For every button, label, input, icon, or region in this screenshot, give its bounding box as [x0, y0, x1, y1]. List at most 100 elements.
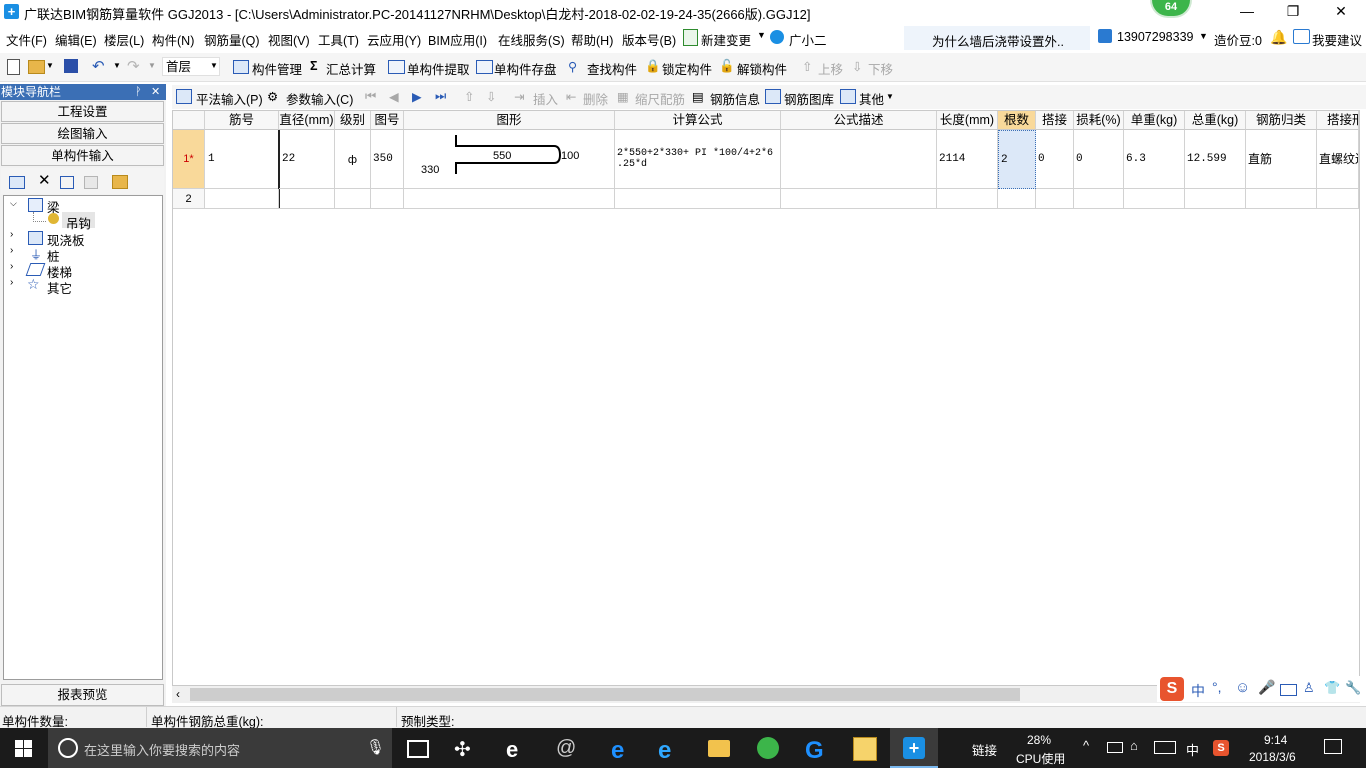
keyboard-icon[interactable] [1280, 684, 1297, 696]
flat-input-button[interactable]: 平法输入(P) [196, 89, 263, 108]
spiral-app-icon[interactable]: @ [556, 737, 580, 759]
ime-punct[interactable]: °, [1212, 679, 1222, 695]
sogou-logo-icon[interactable]: S [1160, 677, 1184, 701]
move-down-button[interactable]: 下移 [868, 59, 893, 78]
expand-icon[interactable]: ⌵ [10, 198, 17, 209]
menu-bim[interactable]: BIM应用(I) [428, 30, 487, 49]
ime-indicator[interactable]: 中 [1186, 740, 1199, 759]
insert-button[interactable]: 插入 [533, 89, 558, 108]
scale-rebar-button[interactable]: 缩尺配筋 [635, 89, 685, 108]
chevron-down-icon[interactable]: ▼ [886, 92, 894, 101]
cell-lap[interactable]: 0 [1036, 130, 1074, 189]
col-header-formula-desc[interactable]: 公式描述 [781, 111, 937, 130]
tree-item-other[interactable]: 其它 [47, 278, 72, 297]
cell-shape-no[interactable]: 350 [371, 130, 404, 189]
delete-icon[interactable]: ✕ [38, 171, 51, 189]
param-input-button[interactable]: 参数输入(C) [286, 89, 353, 108]
prev-record-icon[interactable]: ◀ [389, 89, 399, 104]
menu-help[interactable]: 帮助(H) [571, 30, 613, 49]
green-app-icon[interactable] [757, 737, 779, 759]
menu-tools[interactable]: 工具(T) [318, 30, 359, 49]
chevron-down-icon[interactable]: ▼ [1199, 31, 1208, 41]
collapse-icon[interactable]: › [10, 229, 13, 240]
cell-diameter[interactable]: 22 [279, 130, 335, 189]
col-header-shape[interactable]: 图形 [404, 111, 615, 130]
menu-view[interactable]: 视图(V) [268, 30, 310, 49]
col-header-unit-weight[interactable]: 单重(kg) [1124, 111, 1185, 130]
cell-bar-no[interactable] [205, 189, 279, 209]
cell-unit-weight[interactable] [1124, 189, 1185, 209]
pin-icon[interactable]: ᚹ [135, 84, 142, 100]
chevron-down-icon[interactable]: ▼ [148, 61, 156, 70]
menu-version[interactable]: 版本号(B) [622, 30, 676, 49]
col-header-loss[interactable]: 损耗(%) [1074, 111, 1124, 130]
chevron-down-icon[interactable]: ▼ [46, 61, 54, 70]
internet-explorer-icon[interactable]: e [658, 737, 682, 764]
find-component-button[interactable]: 查找构件 [587, 59, 637, 78]
tray-link[interactable]: 链接 [972, 740, 997, 759]
ime-lang[interactable]: 中 [1191, 681, 1205, 701]
chevron-up-icon[interactable]: ^ [1083, 738, 1089, 753]
unlock-component-button[interactable]: 解锁构件 [737, 59, 787, 78]
col-header-length[interactable]: 长度(mm) [937, 111, 998, 130]
rebar-info-button[interactable]: 钢筋信息 [710, 89, 760, 108]
lock-component-button[interactable]: 锁定构件 [662, 59, 712, 78]
ie-browser-icon[interactable]: e [506, 737, 530, 762]
wrench-icon[interactable]: 🔧 [1345, 680, 1361, 696]
collapse-icon[interactable]: › [10, 261, 13, 272]
collapse-icon[interactable]: › [10, 277, 13, 288]
col-header-diameter[interactable]: 直径(mm) [279, 111, 335, 130]
cell-lap[interactable] [1036, 189, 1074, 209]
cell-formula[interactable]: 2*550+2*330+ PI *100/4+2*6 .25*d [615, 130, 781, 189]
menu-online[interactable]: 在线服务(S) [498, 30, 565, 49]
menu-assistant[interactable]: 广小二 [789, 30, 827, 49]
user-mode-icon[interactable]: ♙ [1303, 680, 1315, 696]
cell-loss[interactable]: 0 [1074, 130, 1124, 189]
fan-app-icon[interactable]: ✣ [454, 737, 478, 761]
task-view-icon[interactable] [407, 740, 429, 758]
sum-calc-button[interactable]: 汇总计算 [326, 59, 376, 78]
col-header-lap[interactable]: 搭接 [1036, 111, 1074, 130]
save-icon[interactable] [64, 59, 78, 73]
menu-component[interactable]: 构件(N) [152, 30, 194, 49]
cell-shape-no[interactable] [371, 189, 404, 209]
g-app-icon[interactable]: G [805, 737, 829, 764]
rebar-library-button[interactable]: 钢筋图库 [784, 89, 834, 108]
menu-rebar-qty[interactable]: 钢筋量(Q) [204, 30, 260, 49]
other-menu-button[interactable]: 其他 [859, 89, 884, 108]
last-record-icon[interactable]: ⏭ [435, 89, 446, 104]
col-header-total-weight[interactable]: 总重(kg) [1185, 111, 1246, 130]
cell-bar-no[interactable]: 1 [205, 130, 279, 189]
cell-shape[interactable] [404, 189, 615, 209]
clock-date[interactable]: 2018/3/6 [1249, 750, 1296, 764]
cell-total-weight[interactable] [1185, 189, 1246, 209]
scrollbar-thumb[interactable] [190, 688, 1020, 701]
col-header-category[interactable]: 钢筋归类 [1246, 111, 1317, 130]
mic-icon[interactable]: 🎙 [366, 738, 385, 756]
single-input-button[interactable]: 单构件输入 [1, 145, 164, 166]
cell-diameter[interactable] [279, 189, 335, 209]
close-button[interactable]: ✕ [1318, 0, 1364, 24]
cell-lap-type[interactable] [1317, 189, 1359, 209]
row-header[interactable]: 1* [173, 130, 205, 189]
mic-icon[interactable]: 🎤 [1258, 679, 1275, 696]
col-header-lap-type[interactable]: 搭接形 [1317, 111, 1359, 130]
menu-new-change[interactable]: 新建变更 [701, 30, 751, 49]
col-header-shape-no[interactable]: 图号 [371, 111, 404, 130]
cell-category[interactable]: 直筋 [1246, 130, 1317, 189]
cell-unit-weight[interactable]: 6.3 [1124, 130, 1185, 189]
notes-app-icon[interactable] [853, 737, 877, 761]
cell-formula-desc[interactable] [781, 130, 937, 189]
sogou-tray-icon[interactable]: S [1213, 740, 1229, 756]
keyboard-icon[interactable] [1154, 741, 1176, 754]
glodon-app-icon[interactable]: + [903, 737, 925, 759]
next-record-icon[interactable]: ▶ [412, 89, 422, 104]
row-up-icon[interactable]: ⇧ [464, 89, 474, 104]
cell-length[interactable]: 2114 [937, 130, 998, 189]
battery-icon[interactable] [1107, 742, 1123, 753]
restore-button[interactable]: ❐ [1270, 0, 1316, 24]
new-file-icon[interactable] [7, 59, 20, 75]
menu-file[interactable]: 文件(F) [6, 30, 47, 49]
cell-grade[interactable]: ф [335, 130, 371, 189]
suggest-button[interactable]: 我要建议 [1312, 30, 1362, 49]
